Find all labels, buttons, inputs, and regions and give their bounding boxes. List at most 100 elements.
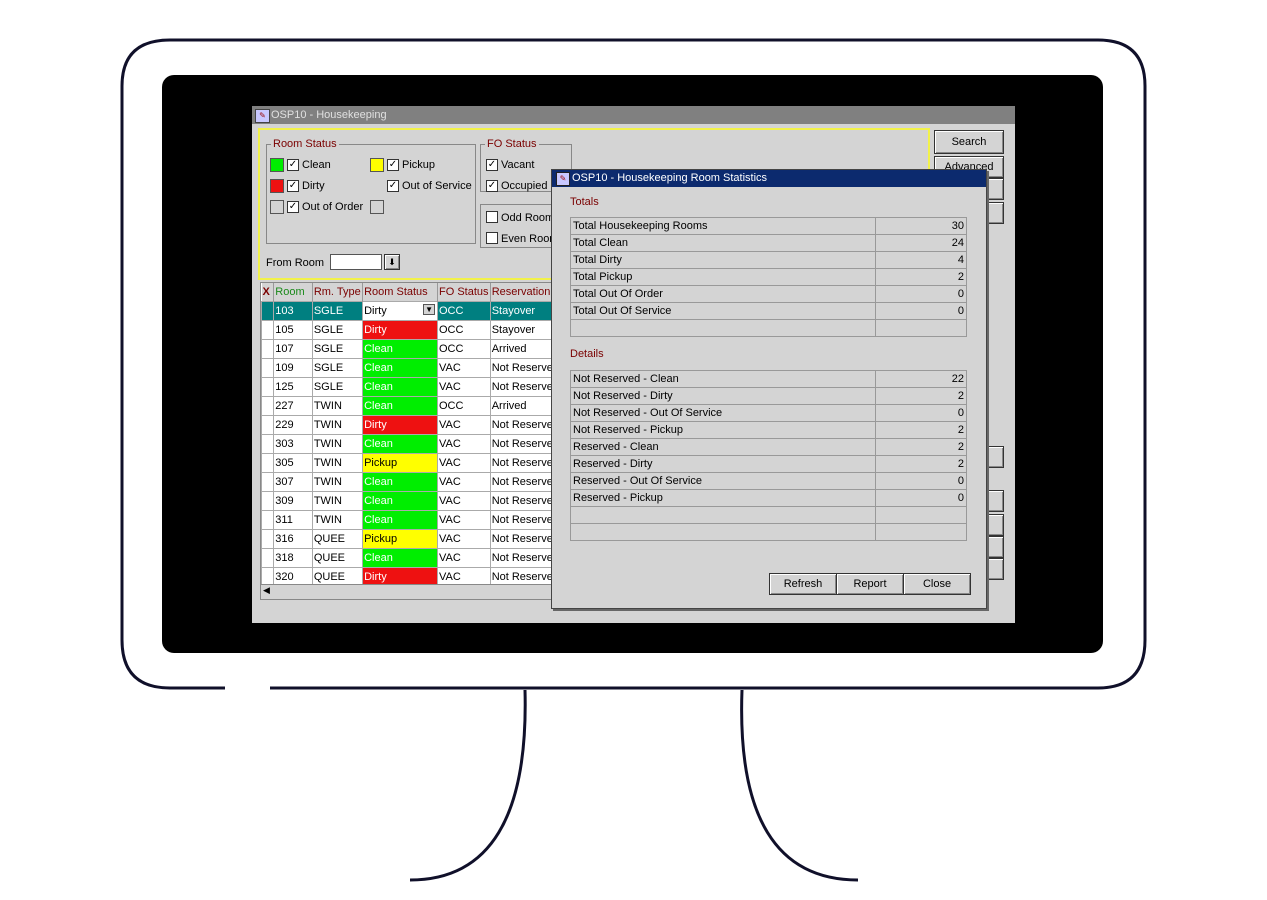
side-button-7[interactable] (984, 514, 1004, 536)
clean-checkbox[interactable]: ✓ (287, 159, 299, 171)
table-row[interactable]: 109 SGLE Clean VAC Not Reserved (261, 358, 561, 378)
search-button[interactable]: Search (934, 130, 1004, 154)
room-status-cell[interactable]: Clean (362, 358, 438, 378)
room-status-cell[interactable]: Clean (362, 377, 438, 397)
room-status-cell[interactable]: Dirty (362, 415, 438, 435)
occupied-checkbox[interactable]: ✓ (486, 180, 498, 192)
fo-status-cell[interactable]: OCC (436, 320, 491, 340)
table-row[interactable]: 107 SGLE Clean OCC Arrived (261, 339, 561, 359)
room-number-cell[interactable]: 307 (273, 472, 313, 492)
out-of-order-checkbox[interactable]: ✓ (287, 201, 299, 213)
col-x[interactable]: X (261, 283, 275, 302)
fo-status-cell[interactable]: OCC (436, 301, 491, 321)
room-type-cell[interactable]: TWIN (311, 472, 364, 492)
col-room-status[interactable]: Room Status (362, 283, 438, 302)
table-row[interactable]: 103 SGLE Dirty ▼ OCC Stayover (261, 301, 561, 321)
table-row[interactable]: 227 TWIN Clean OCC Arrived (261, 396, 561, 416)
side-button-3[interactable] (984, 178, 1004, 200)
room-status-cell[interactable]: Pickup (362, 453, 438, 473)
row-select-cell[interactable] (261, 301, 275, 321)
even-room-checkbox[interactable] (486, 232, 498, 244)
fo-status-cell[interactable]: OCC (436, 396, 491, 416)
from-room-input[interactable] (330, 254, 382, 270)
col-reservation[interactable]: Reservation (490, 283, 561, 302)
dirty-checkbox[interactable]: ✓ (287, 180, 299, 192)
reservation-cell[interactable]: Arrived (489, 396, 561, 416)
row-select-cell[interactable] (261, 377, 275, 397)
row-select-cell[interactable] (261, 358, 275, 378)
room-status-cell[interactable]: Clean (362, 548, 438, 568)
room-number-cell[interactable]: 125 (273, 377, 313, 397)
row-select-cell[interactable] (261, 320, 275, 340)
row-select-cell[interactable] (261, 548, 275, 568)
room-type-cell[interactable]: SGLE (311, 377, 364, 397)
room-number-cell[interactable]: 105 (273, 320, 313, 340)
out-of-service-checkbox[interactable]: ✓ (387, 180, 399, 192)
fo-status-cell[interactable]: OCC (436, 339, 491, 359)
close-button[interactable]: Close (903, 573, 971, 595)
col-fo-status[interactable]: FO Status (437, 283, 491, 302)
room-type-cell[interactable]: TWIN (311, 453, 364, 473)
room-status-cell[interactable]: Clean (362, 396, 438, 416)
row-select-cell[interactable] (261, 529, 275, 549)
room-type-cell[interactable]: QUEE (311, 548, 364, 568)
pickup-checkbox[interactable]: ✓ (387, 159, 399, 171)
col-room[interactable]: Room (273, 283, 313, 302)
reservation-cell[interactable]: Not Reserved (489, 491, 561, 511)
reservation-cell[interactable]: Stayover (489, 301, 561, 321)
reservation-cell[interactable]: Not Reserved (489, 510, 561, 530)
table-row[interactable]: 316 QUEE Pickup VAC Not Reserved (261, 529, 561, 549)
table-row[interactable]: 305 TWIN Pickup VAC Not Reserved (261, 453, 561, 473)
room-number-cell[interactable]: 107 (273, 339, 313, 359)
side-button-4[interactable] (984, 202, 1004, 224)
reservation-cell[interactable]: Not Reserved (489, 472, 561, 492)
fo-status-cell[interactable]: VAC (436, 548, 491, 568)
side-button-9[interactable] (984, 558, 1004, 580)
reservation-cell[interactable]: Not Reserved (489, 453, 561, 473)
table-row[interactable]: 318 QUEE Clean VAC Not Reserved (261, 548, 561, 568)
reservation-cell[interactable]: Not Reserved (489, 358, 561, 378)
room-status-cell[interactable]: Dirty (362, 320, 438, 340)
fo-status-cell[interactable]: VAC (436, 358, 491, 378)
fo-status-cell[interactable]: VAC (436, 491, 491, 511)
room-number-cell[interactable]: 316 (273, 529, 313, 549)
room-status-cell[interactable]: Pickup (362, 529, 438, 549)
scroll-left-icon[interactable]: ◀ (263, 585, 270, 596)
room-status-cell[interactable]: Clean (362, 491, 438, 511)
room-type-cell[interactable]: SGLE (311, 339, 364, 359)
report-button[interactable]: Report (836, 573, 904, 595)
room-number-cell[interactable]: 318 (273, 548, 313, 568)
reservation-cell[interactable]: Not Reserved (489, 415, 561, 435)
vacant-checkbox[interactable]: ✓ (486, 159, 498, 171)
reservation-cell[interactable]: Not Reserved (489, 529, 561, 549)
room-number-cell[interactable]: 103 (273, 301, 313, 321)
odd-room-checkbox[interactable] (486, 211, 498, 223)
room-number-cell[interactable]: 305 (273, 453, 313, 473)
room-number-cell[interactable]: 311 (273, 510, 313, 530)
room-number-cell[interactable]: 303 (273, 434, 313, 454)
refresh-button[interactable]: Refresh (769, 573, 837, 595)
fo-status-cell[interactable]: VAC (436, 377, 491, 397)
row-select-cell[interactable] (261, 510, 275, 530)
table-row[interactable]: 311 TWIN Clean VAC Not Reserved (261, 510, 561, 530)
col-rm-type[interactable]: Rm. Type (312, 283, 364, 302)
side-button-5[interactable] (984, 446, 1004, 468)
room-type-cell[interactable]: TWIN (311, 396, 364, 416)
row-select-cell[interactable] (261, 396, 275, 416)
room-type-cell[interactable]: TWIN (311, 510, 364, 530)
room-number-cell[interactable]: 229 (273, 415, 313, 435)
row-select-cell[interactable] (261, 453, 275, 473)
table-row[interactable]: 229 TWIN Dirty VAC Not Reserved (261, 415, 561, 435)
room-number-cell[interactable]: 227 (273, 396, 313, 416)
fo-status-cell[interactable]: VAC (436, 510, 491, 530)
table-row[interactable]: 307 TWIN Clean VAC Not Reserved (261, 472, 561, 492)
room-status-cell[interactable]: Clean (362, 472, 438, 492)
room-status-cell[interactable]: Dirty ▼ (362, 301, 438, 321)
side-button-6[interactable] (984, 490, 1004, 512)
room-status-cell[interactable]: Clean (362, 510, 438, 530)
room-number-cell[interactable]: 309 (273, 491, 313, 511)
row-select-cell[interactable] (261, 339, 275, 359)
row-select-cell[interactable] (261, 491, 275, 511)
row-select-cell[interactable] (261, 472, 275, 492)
dropdown-arrow-icon[interactable]: ▼ (423, 304, 435, 315)
